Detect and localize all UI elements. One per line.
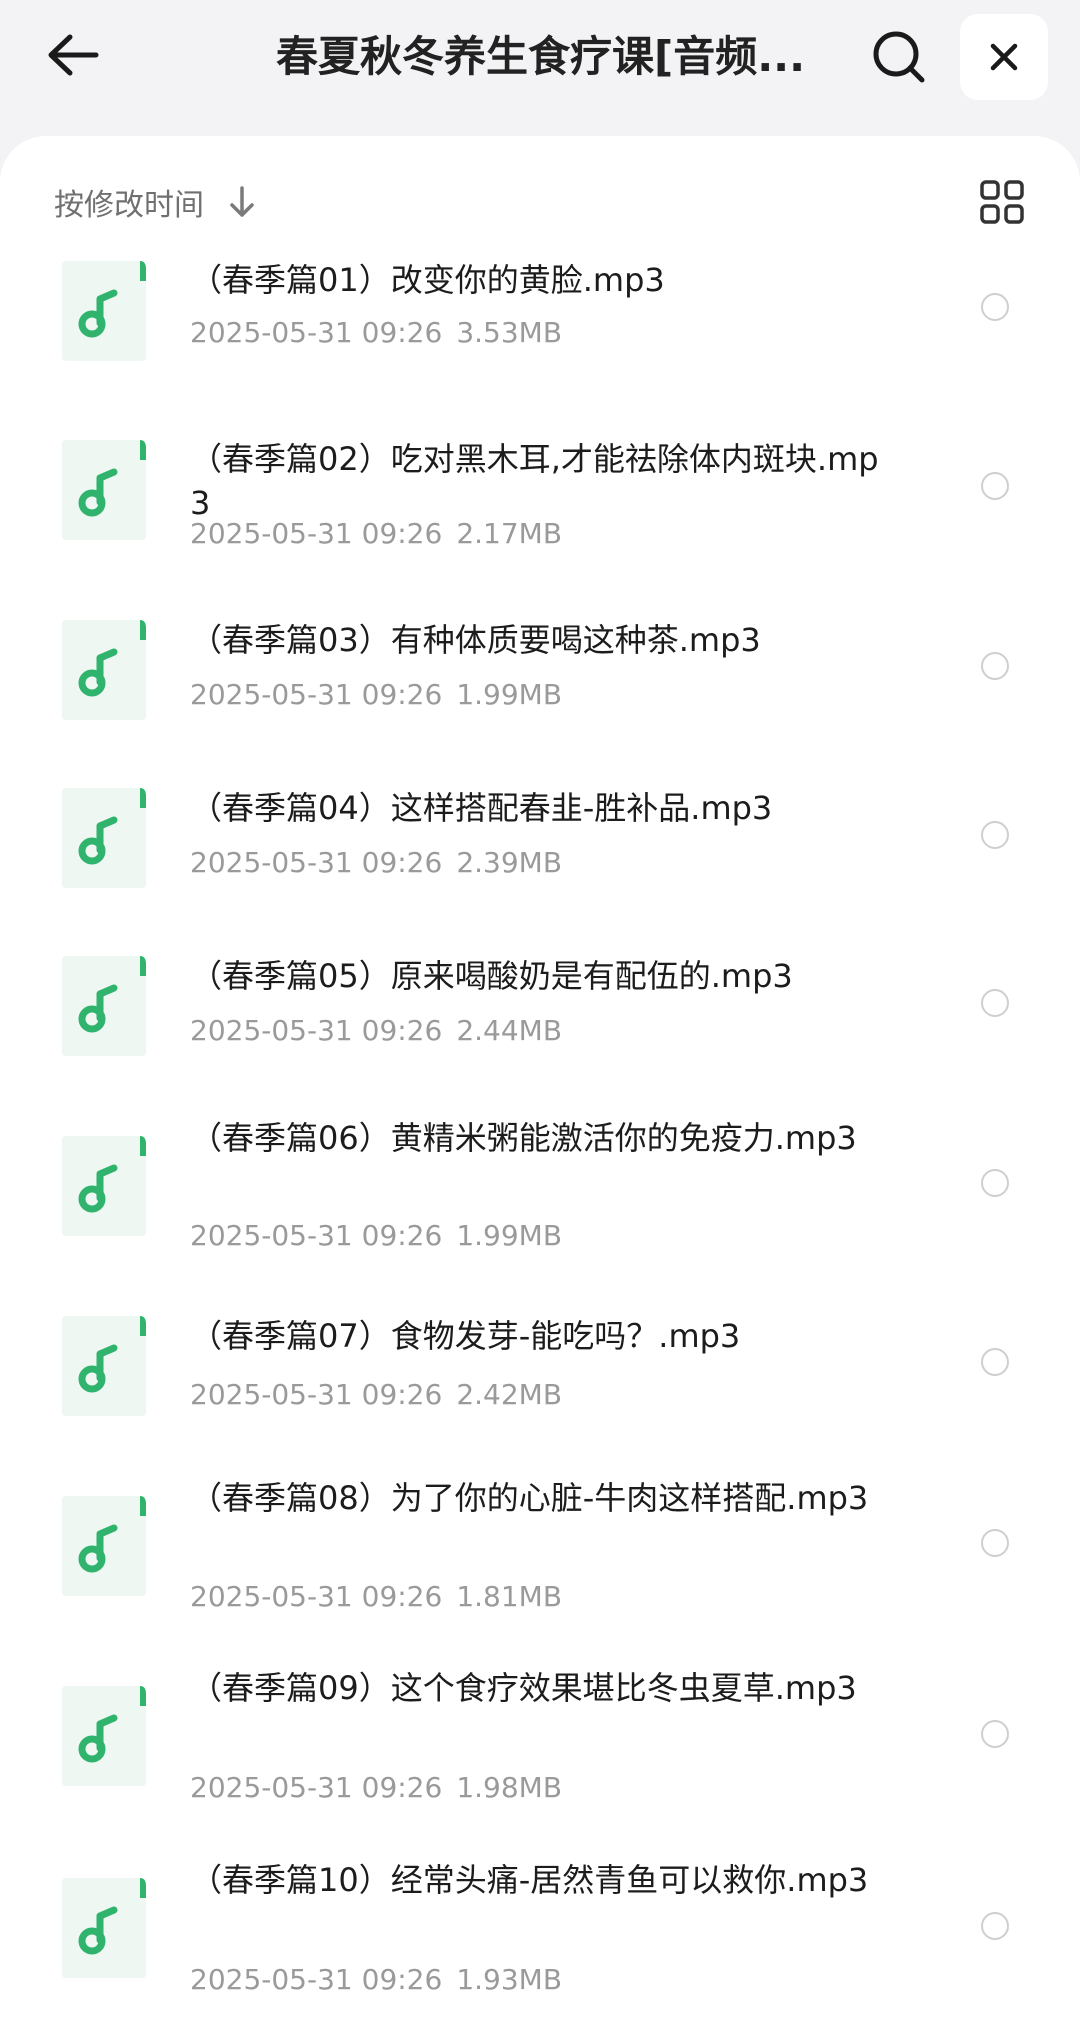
file-date: 2025-05-31 09:26 [190,1580,443,1613]
file-date: 2025-05-31 09:26 [190,517,443,550]
select-radio[interactable] [981,652,1009,680]
file-name: （春季篇03）有种体质要喝这种茶.mp3 [190,621,761,659]
file-name: （春季篇06）黄精米粥能激活你的免疫力.mp3 [190,1119,857,1157]
file-name: （春季篇02）吃对黑木耳,才能祛除体内斑块.mp3 [190,440,879,522]
arrow-left-icon [48,34,99,76]
file-date: 2025-05-31 09:26 [190,1963,443,1996]
select-radio[interactable] [981,1529,1009,1557]
select-radio[interactable] [981,472,1009,500]
search-button[interactable] [866,24,932,90]
file-name: （春季篇08）为了你的心脏-牛肉这样搭配.mp3 [190,1479,869,1517]
audio-file-icon [60,436,150,542]
audio-file-icon [60,257,150,363]
file-date: 2025-05-31 09:26 [190,1219,443,1252]
select-radio[interactable] [981,1720,1009,1748]
file-size: 1.99MB [456,1219,563,1252]
file-list: （春季篇01）改变你的黄脸.mp3 2025-05-31 09:26 3.53MB… [0,136,1080,2036]
file-name: （春季篇10）经常头痛-居然青鱼可以救你.mp3 [190,1861,869,1899]
file-size: 3.53MB [456,316,563,349]
file-size: 2.39MB [456,846,563,879]
file-date: 2025-05-31 09:26 [190,1014,443,1047]
file-meta: 2025-05-31 09:26 2.44MB [190,1013,562,1049]
audio-file-icon [60,1132,150,1238]
file-date: 2025-05-31 09:26 [190,846,443,879]
select-radio[interactable] [981,821,1009,849]
file-date: 2025-05-31 09:26 [190,678,443,711]
file-panel: 按修改时间 （春季篇01）改变你的黄脸.mp3 2025-05-31 09:26… [0,136,1080,2036]
file-meta: 2025-05-31 09:26 1.81MB [190,1579,562,1615]
file-name: （春季篇07）食物发芽-能吃吗？.mp3 [190,1317,741,1355]
file-size: 1.93MB [456,1963,563,1996]
file-meta: 2025-05-31 09:26 1.99MB [190,677,562,713]
page-title: 春夏秋冬养生食疗课[音频... [276,32,806,81]
file-meta: 2025-05-31 09:26 1.98MB [190,1770,562,1806]
select-radio[interactable] [981,1912,1009,1940]
file-name: （春季篇09）这个食疗效果堪比冬虫夏草.mp3 [190,1669,857,1707]
file-size: 1.99MB [456,678,563,711]
audio-file-icon [60,1492,150,1598]
audio-file-icon [60,1874,150,1980]
file-name: （春季篇04）这样搭配春韭-胜补品.mp3 [190,789,773,827]
file-name: （春季篇01）改变你的黄脸.mp3 [190,261,665,299]
file-meta: 2025-05-31 09:26 1.99MB [190,1218,562,1254]
file-size: 1.98MB [456,1771,563,1804]
audio-file-icon [60,784,150,890]
audio-file-icon [60,952,150,1058]
file-date: 2025-05-31 09:26 [190,316,443,349]
file-size: 2.44MB [456,1014,563,1047]
file-size: 2.17MB [456,517,563,550]
back-button[interactable] [40,22,106,88]
file-name: （春季篇05）原来喝酸奶是有配伍的.mp3 [190,957,793,995]
select-radio[interactable] [981,989,1009,1017]
search-icon [873,31,925,83]
file-size: 2.42MB [456,1378,563,1411]
select-radio[interactable] [981,293,1009,321]
top-bar: 春夏秋冬养生食疗课[音频... [0,0,1080,135]
file-meta: 2025-05-31 09:26 2.39MB [190,845,562,881]
close-icon [990,43,1018,71]
select-radio[interactable] [981,1348,1009,1376]
close-button[interactable] [960,14,1048,100]
select-radio[interactable] [981,1169,1009,1197]
file-meta: 2025-05-31 09:26 1.93MB [190,1962,562,1998]
file-meta: 2025-05-31 09:26 2.42MB [190,1377,562,1413]
file-meta: 2025-05-31 09:26 2.17MB [190,516,562,552]
audio-file-icon [60,1682,150,1788]
file-size: 1.81MB [456,1580,563,1613]
file-date: 2025-05-31 09:26 [190,1378,443,1411]
file-meta: 2025-05-31 09:26 3.53MB [190,315,562,351]
file-date: 2025-05-31 09:26 [190,1771,443,1804]
audio-file-icon [60,616,150,722]
audio-file-icon [60,1312,150,1418]
